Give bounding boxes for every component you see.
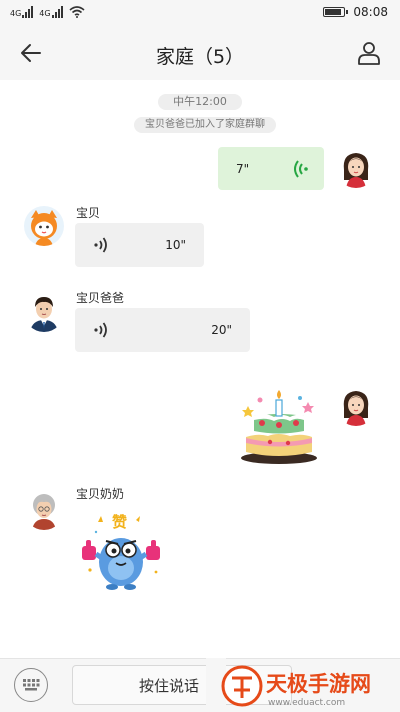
sender-name: 宝贝奶奶 [76, 487, 125, 501]
voice-duration: 10" [165, 238, 186, 252]
cell-signal-2: 4G [39, 6, 63, 18]
chat-area[interactable]: 中午12:00 宝贝爸爸已加入了家庭群聊 7" 宝贝 10" 宝贝爸爸 20" … [0, 80, 400, 658]
voice-message-bubble[interactable]: 20" [75, 308, 250, 352]
signal-bars-icon [22, 6, 34, 18]
sender-name: 宝贝爸爸 [76, 291, 125, 305]
avatar-baby[interactable] [24, 206, 64, 246]
wifi-icon [69, 6, 85, 18]
keyboard-icon [23, 679, 40, 691]
my-avatar[interactable] [336, 148, 376, 188]
network-type-1: 4G [10, 9, 22, 18]
page-title: 家庭（5） [155, 46, 245, 68]
birthday-cake-sticker[interactable] [238, 386, 320, 466]
like-monster-sticker[interactable]: 赞 [76, 510, 166, 592]
my-avatar[interactable] [336, 386, 376, 426]
sender-name: 宝贝 [76, 206, 101, 220]
keyboard-toggle-button[interactable] [14, 668, 48, 702]
voice-wave-icon [94, 237, 107, 253]
clock: 08:08 [353, 5, 388, 19]
voice-message-bubble[interactable]: 7" [218, 147, 324, 190]
voice-duration: 20" [211, 323, 232, 337]
watermark-brand: 天极手游网 [266, 672, 371, 696]
chat-header: 家庭（5） [0, 26, 400, 80]
site-watermark: 天极手游网 www.eduact.com [206, 658, 371, 711]
avatar-dad[interactable] [24, 292, 64, 332]
voice-duration: 7" [236, 161, 250, 176]
group-members-icon[interactable] [356, 40, 382, 66]
watermark-url: www.eduact.com [268, 698, 345, 708]
signal-bars-icon [51, 6, 63, 18]
avatar-grandma[interactable] [24, 490, 64, 530]
status-bar: 4G 4G 08:08 [0, 0, 400, 26]
voice-wave-icon [294, 159, 308, 178]
network-type-2: 4G [39, 9, 51, 18]
voice-message-bubble[interactable]: 10" [75, 223, 204, 267]
system-notice: 宝贝爸爸已加入了家庭群聊 [134, 117, 276, 133]
battery-icon [323, 7, 349, 17]
cell-signal-1: 4G [10, 6, 34, 18]
sticker-text: 赞 [111, 513, 127, 531]
timestamp-label: 中午12:00 [158, 94, 242, 110]
voice-wave-icon [94, 322, 107, 338]
